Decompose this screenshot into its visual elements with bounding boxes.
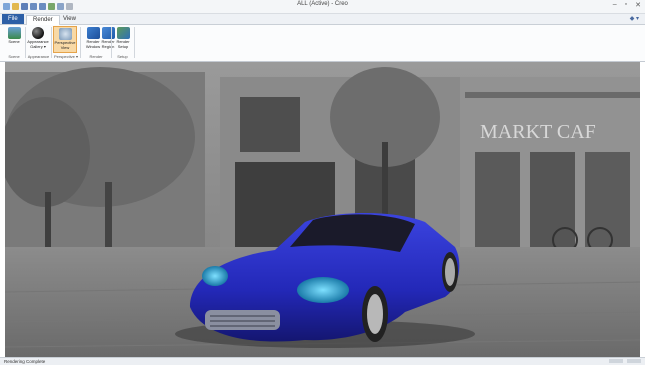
appearance-label: Appearance Gallery ▾ xyxy=(27,39,49,49)
group-perspective[interactable]: Perspective ▾ xyxy=(52,54,80,59)
minimize-button[interactable]: – xyxy=(613,1,617,9)
tab-view[interactable]: View xyxy=(57,15,82,24)
group-separator xyxy=(134,27,135,58)
help-icon[interactable]: ◆ ▾ xyxy=(630,15,639,22)
group-setup: Setup xyxy=(117,54,128,59)
title-bar: ALL (Active) - Creo – ▫ ✕ xyxy=(0,0,645,14)
markt-cafe-sign: MARKT CAF xyxy=(480,121,596,143)
window-title: ALL (Active) - Creo xyxy=(297,1,348,7)
scene-icon xyxy=(7,27,21,39)
scene-label: Scene xyxy=(8,39,20,44)
scene-button[interactable]: Scene xyxy=(3,26,25,53)
tab-render[interactable]: Render xyxy=(26,15,60,25)
render-setup-button[interactable]: Render Setup xyxy=(112,26,134,53)
group-render: Render xyxy=(89,54,103,59)
rendered-scene: MARKT CAF xyxy=(5,62,640,357)
group-appearance: Appearance xyxy=(27,54,50,59)
maximize-button[interactable]: ▫ xyxy=(625,1,627,9)
selection-filter[interactable] xyxy=(609,359,623,363)
appearance-sphere-icon xyxy=(32,27,44,39)
smart-filter[interactable] xyxy=(627,359,641,363)
tab-file[interactable]: File xyxy=(2,14,24,24)
group-scene: Scene xyxy=(8,54,20,59)
ribbon: Scene Appearance Gallery ▾ Perspective V… xyxy=(0,25,645,62)
render-viewport[interactable]: MARKT CAF xyxy=(5,62,640,357)
ribbon-tabs: File Render View ◆ ▾ xyxy=(0,14,645,25)
render-setup-label: Render Setup xyxy=(116,39,130,49)
status-controls xyxy=(609,359,641,363)
close-button[interactable]: ✕ xyxy=(635,1,641,9)
perspective-label: Perspective View xyxy=(54,40,76,50)
render-setup-icon xyxy=(116,27,130,39)
appearance-gallery-button[interactable]: Appearance Gallery ▾ xyxy=(27,26,49,53)
perspective-view-button[interactable]: Perspective View xyxy=(53,26,77,53)
window-controls: – ▫ ✕ xyxy=(613,1,641,9)
perspective-view-icon xyxy=(58,28,72,40)
